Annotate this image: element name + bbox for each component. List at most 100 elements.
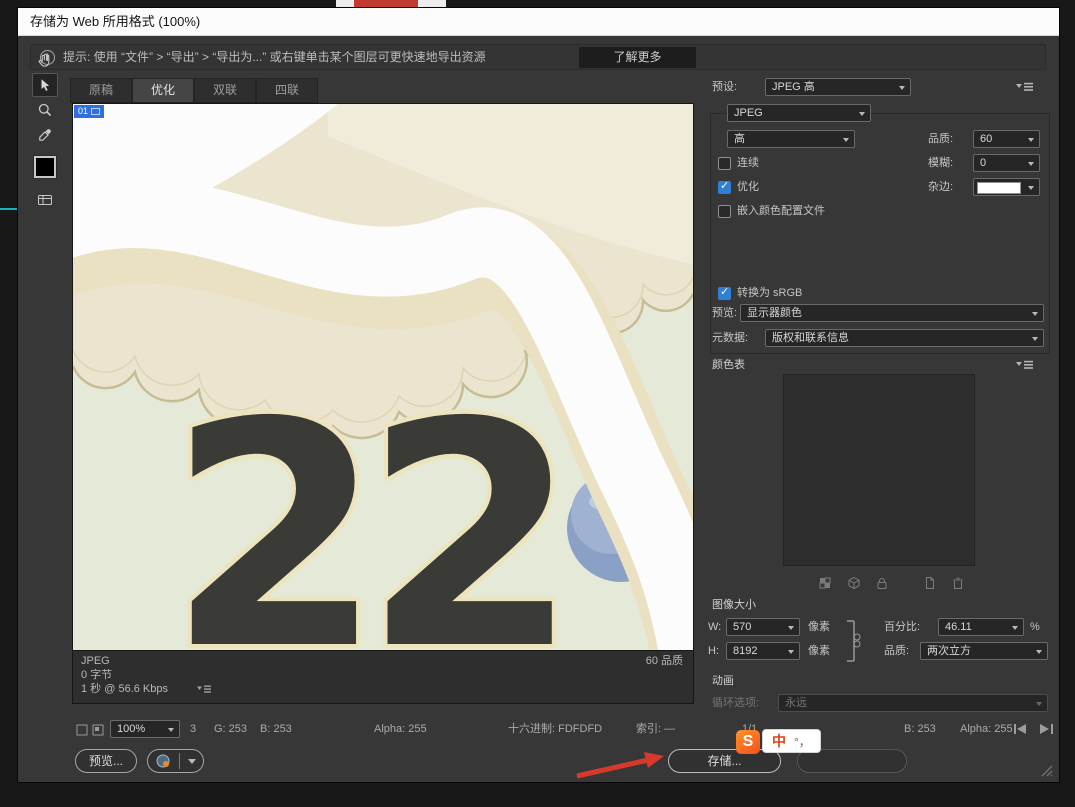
save-for-web-dialog: 存储为 Web 所用格式 (100%) i 提示: 使用 “文件” > “导出”… [18,8,1059,782]
browser-preview-button[interactable] [147,749,204,773]
color-table-title: 颜色表 [712,356,745,374]
zoom-tool-button[interactable] [32,98,58,122]
percent-unit-label: % [1030,618,1040,636]
preview-mode-select[interactable]: 显示器颜色 [740,304,1044,322]
preview-button[interactable]: 预览... [75,749,137,773]
dialog-title: 存储为 Web 所用格式 (100%) [30,8,200,36]
preview-format-label: JPEG [81,655,110,668]
convert-srgb-checkbox[interactable] [718,287,731,300]
web-shift-icon[interactable] [846,576,862,590]
teal-guide-line [0,208,18,210]
preview-quality-label: 60 品质 [646,655,683,668]
slice-visibility-icon[interactable] [76,724,88,736]
preset-label: 预设: [712,78,737,96]
animation-title: 动画 [712,672,734,690]
zoom-level-select[interactable]: 100% [110,720,180,738]
preview-size-label: 0 字节 [81,669,112,682]
slice-icon [91,108,100,115]
slice-select-tool-button[interactable] [32,73,58,97]
width-label: W: [708,618,721,636]
preview-info-bar: JPEG 0 字节 1 秒 @ 56.6 Kbps 60 品质 [73,650,693,703]
hand-tool-button[interactable] [32,48,58,72]
eyedropper-tool-button[interactable] [32,123,58,147]
optimized-checkbox[interactable] [718,181,731,194]
status-right-b-value: B: 253 [904,720,936,738]
percent-input[interactable]: 46.11 [938,618,1024,636]
resize-grip[interactable] [1040,764,1054,778]
blur-stepper[interactable]: 0 [973,154,1040,172]
format-select[interactable]: JPEG [727,104,871,122]
height-label: H: [708,642,719,660]
eyedropper-color-swatch[interactable] [34,156,56,178]
color-table-menu-icon[interactable] [1016,360,1034,370]
loop-options-select[interactable]: 永远 [778,694,1048,712]
frame-playback-controls[interactable] [1014,723,1054,735]
toggle-slices-icon [37,192,53,208]
embed-profile-checkbox[interactable] [718,205,731,218]
tab-2up[interactable]: 双联 [194,78,256,103]
matte-color-swatch [977,182,1021,194]
zoom-icon [37,102,53,118]
width-unit-label: 像素 [808,618,830,636]
color-table-grid[interactable] [783,374,975,566]
slice-badge: 01 [74,105,104,118]
convert-srgb-label: 转换为 sRGB [737,284,802,302]
tip-text: 提示: 使用 “文件” > “导出” > “导出为...” 或右键单击某个图层可… [63,45,486,69]
slice-number: 01 [78,105,88,118]
resample-select[interactable]: 两次立方 [920,642,1048,660]
tab-original[interactable]: 原稿 [70,78,132,103]
preview-rate-label: 1 秒 @ 56.6 Kbps [81,683,168,696]
loop-options-label: 循环选项: [712,694,759,712]
tab-optimized[interactable]: 优化 [132,78,194,103]
delete-color-icon[interactable] [950,576,966,590]
ime-punct[interactable]: °， [794,733,811,750]
ime-mode[interactable]: 中 [772,731,786,751]
metadata-label: 元数据: [712,329,748,347]
constrain-link-icon[interactable] [844,619,862,663]
map-transparency-icon[interactable] [818,576,834,590]
matte-swatch-select[interactable] [973,178,1040,196]
quality-label: 品质: [928,130,953,148]
combo-divider [179,753,180,769]
toggle-slices-button[interactable] [32,188,58,212]
dialog-titlebar[interactable]: 存储为 Web 所用格式 (100%) [18,8,1059,36]
height-input[interactable]: 8192 [726,642,800,660]
percent-label: 百分比: [884,618,920,636]
status-index-value: 索引: — [636,720,675,738]
status-b-value: B: 253 [260,720,292,738]
quality-stepper[interactable]: 60 [973,130,1040,148]
height-unit-label: 像素 [808,642,830,660]
new-color-icon[interactable] [922,576,938,590]
panel-menu-icon[interactable] [1016,82,1034,92]
browser-icon [155,753,171,769]
tab-4up[interactable]: 四联 [256,78,318,103]
lock-color-icon[interactable] [874,576,890,590]
ime-panel[interactable]: 中 °， [762,729,821,753]
learn-more-button[interactable]: 了解更多 [579,47,696,68]
tip-bar: i 提示: 使用 “文件” > “导出” > “导出为...” 或右键单击某个图… [30,44,1046,70]
image-size-title: 图像大小 [712,596,756,614]
rate-menu-icon[interactable] [197,685,211,694]
resample-label: 品质: [884,642,909,660]
preview-canvas[interactable]: 22 01 [73,104,693,650]
status-alpha-value: Alpha: 255 [374,720,427,738]
ime-logo[interactable]: S [736,730,760,754]
compression-select[interactable]: 高 [727,130,855,148]
progressive-checkbox[interactable] [718,157,731,170]
status-hex-value: 十六进制: FDFDFD [508,720,602,738]
artwork: 22 [73,104,693,650]
previous-frame-icon [1017,724,1026,734]
width-input[interactable]: 570 [726,618,800,636]
chevron-down-icon [188,759,196,764]
matte-label: 杂边: [928,178,953,196]
status-g-value: G: 253 [214,720,247,738]
artwork-number: 22 [167,357,558,650]
slice-overlay-icon[interactable] [92,724,104,736]
metadata-select[interactable]: 版权和联系信息 [765,329,1044,347]
status-right-alpha-value: Alpha: 255 [960,720,1013,738]
preset-select[interactable]: JPEG 高 [765,78,911,96]
progressive-label: 连续 [737,154,759,172]
preview-frame: 22 01 JPEG 0 字节 [72,103,694,704]
embed-profile-label: 嵌入颜色配置文件 [737,202,825,220]
slice-select-icon [37,77,53,93]
